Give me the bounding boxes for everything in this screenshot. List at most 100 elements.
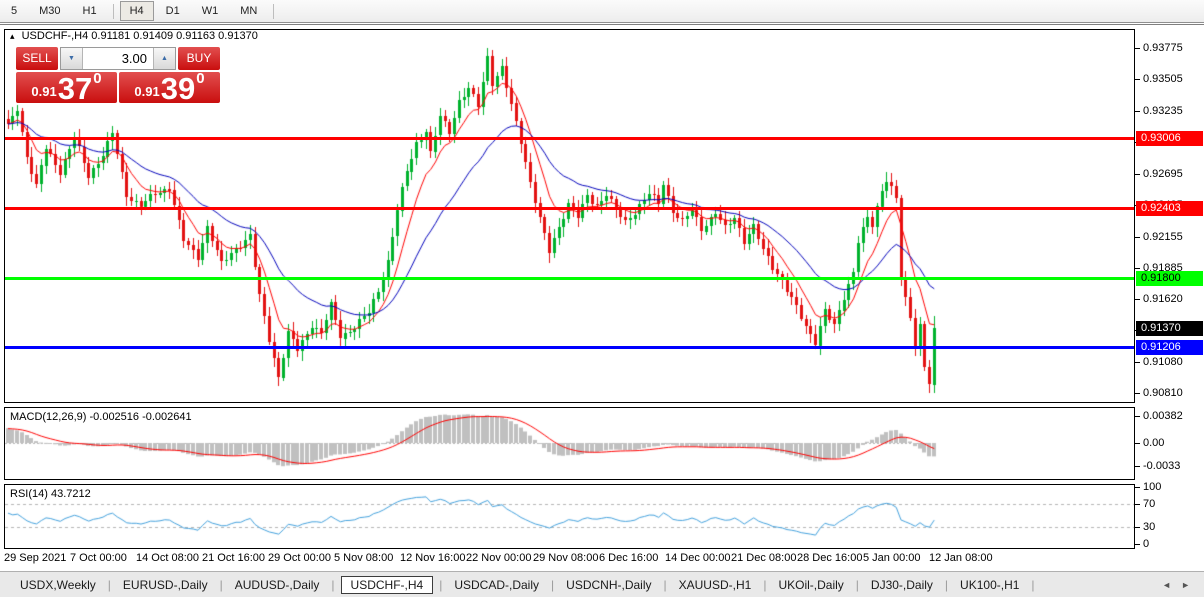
tab-separator: | bbox=[856, 578, 859, 592]
time-tick-label: 22 Nov 00:00 bbox=[466, 552, 531, 564]
axis-tick-mark bbox=[1135, 48, 1140, 49]
hline-price-badge: 0.91800 bbox=[1136, 271, 1203, 286]
tab-separator: | bbox=[108, 578, 111, 592]
macd-label: MACD(12,26,9) bbox=[10, 411, 86, 423]
horizontal-level-line[interactable] bbox=[5, 207, 1134, 210]
hline-price-badge: 0.93006 bbox=[1136, 131, 1203, 146]
buy-button[interactable]: BUY bbox=[178, 47, 220, 70]
axis-tick-mark bbox=[1135, 487, 1140, 488]
tab-separator: | bbox=[551, 578, 554, 592]
chart-tab-usdx-weekly[interactable]: USDX,Weekly bbox=[14, 576, 102, 594]
chart-tab-uk100-h1[interactable]: UK100-,H1 bbox=[954, 576, 1025, 594]
buy-price-big-digits: 39 bbox=[161, 74, 195, 103]
ohlc-high: 0.91409 bbox=[133, 30, 173, 42]
price-tick-label: 0.93505 bbox=[1143, 72, 1183, 86]
buy-price-button[interactable]: 0.91 39 0 bbox=[119, 72, 220, 103]
timeframe-button-w1[interactable]: W1 bbox=[192, 1, 229, 21]
time-tick-label: 5 Nov 08:00 bbox=[334, 552, 393, 564]
chart-tab-eurusd-daily[interactable]: EURUSD-,Daily bbox=[117, 576, 214, 594]
chart-tab-usdcad-daily[interactable]: USDCAD-,Daily bbox=[448, 576, 545, 594]
rsi-label: RSI(14) bbox=[10, 488, 48, 500]
sell-price-superscript: 0 bbox=[93, 72, 101, 86]
timeframe-button-mn[interactable]: MN bbox=[230, 1, 267, 21]
sell-price-prefix: 0.91 bbox=[31, 84, 56, 103]
axis-tick-mark bbox=[1135, 362, 1140, 363]
chart-tab-usdchf-h4[interactable]: USDCHF-,H4 bbox=[341, 576, 434, 594]
axis-tick-mark bbox=[1135, 237, 1140, 238]
rsi-tick-label: 100 bbox=[1143, 480, 1161, 494]
time-tick-label: 7 Oct 00:00 bbox=[70, 552, 127, 564]
volume-spinner: ▼ ▲ bbox=[60, 47, 176, 70]
price-axis: 0.937750.935050.932350.929650.926950.924… bbox=[1135, 25, 1204, 572]
macd-tick-label: 0.00 bbox=[1143, 436, 1164, 450]
tabs-scroll-right-icon[interactable]: ► bbox=[1181, 580, 1190, 590]
axis-tick-mark bbox=[1135, 416, 1140, 417]
horizontal-level-line[interactable] bbox=[5, 346, 1134, 349]
chart-tab-xauusd-h1[interactable]: XAUUSD-,H1 bbox=[673, 576, 758, 594]
hline-price-badge: 0.91206 bbox=[1136, 340, 1203, 355]
timeframe-button-h1[interactable]: H1 bbox=[73, 1, 107, 21]
price-tick-label: 0.93775 bbox=[1143, 41, 1183, 55]
chart-tab-usdcnh-daily[interactable]: USDCNH-,Daily bbox=[560, 576, 657, 594]
axis-tick-mark bbox=[1135, 393, 1140, 394]
macd-indicator-plot: MACD(12,26,9) -0.002516 -0.002641 bbox=[4, 407, 1135, 480]
rsi-tick-label: 0 bbox=[1143, 537, 1149, 551]
buy-price-prefix: 0.91 bbox=[134, 84, 159, 103]
axis-tick-mark bbox=[1135, 443, 1140, 444]
toolbar-separator bbox=[273, 4, 274, 19]
chart-tab-bar: USDX,Weekly | EURUSD-,Daily | AUDUSD-,Daily |… bbox=[0, 571, 1204, 597]
time-tick-label: 29 Nov 08:00 bbox=[533, 552, 598, 564]
macd-tick-label: 0.00382 bbox=[1143, 409, 1183, 423]
time-tick-label: 12 Jan 08:00 bbox=[929, 552, 993, 564]
tab-separator: | bbox=[763, 578, 766, 592]
tabs-scroll-left-icon[interactable]: ◄ bbox=[1162, 580, 1171, 590]
time-tick-label: 5 Jan 00:00 bbox=[863, 552, 921, 564]
macd-values: -0.002516 -0.002641 bbox=[89, 411, 191, 423]
timeframe-button-d1[interactable]: D1 bbox=[156, 1, 190, 21]
horizontal-level-line[interactable] bbox=[5, 277, 1134, 280]
time-tick-label: 29 Oct 00:00 bbox=[268, 552, 331, 564]
chart-tab-dj30-daily[interactable]: DJ30-,Daily bbox=[865, 576, 939, 594]
macd-tick-label: -0.0033 bbox=[1143, 459, 1180, 473]
tab-separator: | bbox=[664, 578, 667, 592]
tab-separator: | bbox=[220, 578, 223, 592]
chart-tab-ukoil-daily[interactable]: UKOil-,Daily bbox=[772, 576, 849, 594]
time-tick-label: 12 Nov 16:00 bbox=[400, 552, 465, 564]
rsi-chart-canvas bbox=[5, 485, 1134, 548]
buy-price-superscript: 0 bbox=[196, 72, 204, 86]
chart-window: ▴ USDCHF-,H4 0.91181 0.91409 0.91163 0.9… bbox=[0, 24, 1204, 571]
axis-tick-mark bbox=[1135, 527, 1140, 528]
axis-tick-mark bbox=[1135, 174, 1140, 175]
time-tick-label: 14 Dec 00:00 bbox=[665, 552, 730, 564]
timeframe-button-h4[interactable]: H4 bbox=[120, 1, 154, 21]
one-click-trade-panel: SELL ▼ ▲ BUY 0.91 37 0 0.91 39 0 bbox=[16, 47, 220, 103]
volume-decrease-button[interactable]: ▼ bbox=[61, 48, 83, 69]
price-tick-label: 0.92695 bbox=[1143, 167, 1183, 181]
chart-ohlc-title: ▴ USDCHF-,H4 0.91181 0.91409 0.91163 0.9… bbox=[10, 30, 258, 42]
volume-input[interactable] bbox=[83, 48, 153, 69]
ohlc-open: 0.91181 bbox=[91, 30, 130, 42]
price-tick-label: 0.92155 bbox=[1143, 230, 1183, 244]
price-tick-label: 0.90810 bbox=[1143, 386, 1183, 400]
ohlc-close: 0.91370 bbox=[218, 30, 258, 42]
time-tick-label: 28 Dec 16:00 bbox=[797, 552, 862, 564]
tab-separator: | bbox=[331, 578, 334, 592]
toolbar-separator bbox=[113, 4, 114, 19]
horizontal-level-line[interactable] bbox=[5, 137, 1134, 140]
chart-tab-audusd-daily[interactable]: AUDUSD-,Daily bbox=[229, 576, 326, 594]
sell-button[interactable]: SELL bbox=[16, 47, 58, 70]
rsi-indicator-plot: RSI(14) 43.7212 bbox=[4, 484, 1135, 549]
collapse-arrow-icon[interactable]: ▴ bbox=[10, 31, 15, 41]
sell-price-button[interactable]: 0.91 37 0 bbox=[16, 72, 117, 103]
axis-tick-mark bbox=[1135, 544, 1140, 545]
axis-tick-mark bbox=[1135, 111, 1140, 112]
volume-increase-button[interactable]: ▲ bbox=[153, 48, 175, 69]
time-tick-label: 21 Dec 08:00 bbox=[731, 552, 796, 564]
timeframe-button-5[interactable]: 5 bbox=[1, 1, 27, 21]
ohlc-low: 0.91163 bbox=[176, 30, 215, 42]
axis-tick-mark bbox=[1135, 299, 1140, 300]
time-tick-label: 6 Dec 16:00 bbox=[599, 552, 658, 564]
time-tick-label: 29 Sep 2021 bbox=[4, 552, 66, 564]
axis-tick-mark bbox=[1135, 466, 1140, 467]
timeframe-button-m30[interactable]: M30 bbox=[29, 1, 70, 21]
